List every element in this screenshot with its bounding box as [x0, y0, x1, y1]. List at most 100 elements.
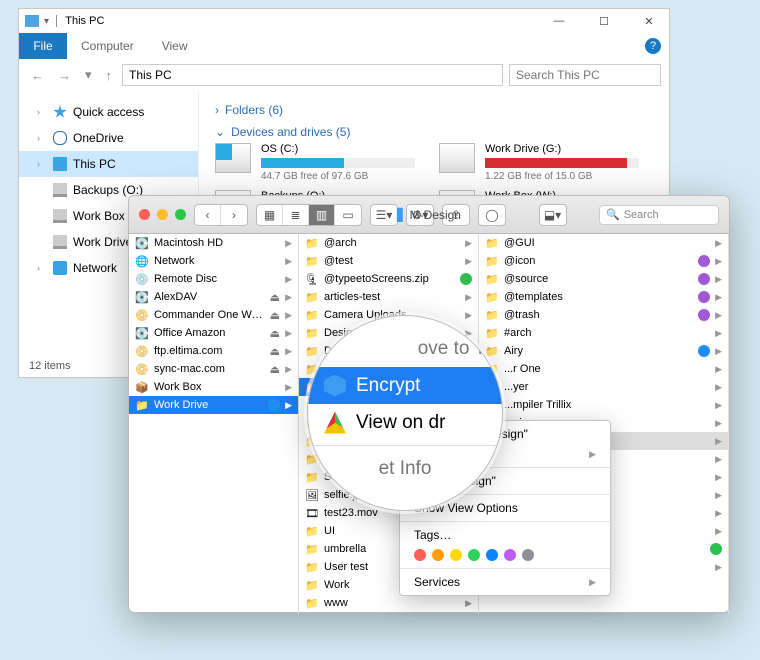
recent-button[interactable]: ▾	[81, 67, 96, 83]
monitor-icon	[53, 157, 67, 171]
sidebar-item[interactable]: ›OneDrive	[19, 125, 198, 151]
tag-color[interactable]	[486, 549, 498, 561]
list-item[interactable]: 📁articles-test▶	[299, 288, 478, 306]
zoom-button[interactable]	[175, 209, 186, 220]
tags-button[interactable]: ◯	[479, 205, 505, 225]
item-icon: 💽	[135, 237, 149, 250]
list-item[interactable]: 📁...mpiler Trillix▶	[479, 396, 728, 414]
lens-row-view-on-drive[interactable]: View on dr	[308, 404, 502, 441]
eject-icon[interactable]: ⏏	[270, 291, 280, 304]
titlebar[interactable]: ▾ │ This PC — ☐ ✕	[19, 9, 669, 33]
search-field[interactable]: 🔍Search	[599, 205, 719, 225]
chevron-right-icon: ▶	[285, 292, 292, 303]
maximize-button[interactable]: ☐	[584, 9, 624, 33]
action-button[interactable]: ⚙▾	[407, 205, 433, 225]
item-name: AlexDAV	[154, 291, 265, 303]
list-item[interactable]: 📁@trash▶	[479, 306, 728, 324]
item-icon: 💽	[135, 291, 149, 304]
tag-color[interactable]	[414, 549, 426, 561]
minimize-button[interactable]: —	[539, 9, 579, 33]
list-item[interactable]: 📁@icon▶	[479, 252, 728, 270]
help-button[interactable]: ?	[645, 38, 661, 54]
tag-color[interactable]	[432, 549, 444, 561]
list-item[interactable]: 📁@GUI▶	[479, 234, 728, 252]
close-button[interactable]: ✕	[629, 9, 669, 33]
item-icon: 💽	[135, 327, 149, 340]
chevron-down-icon[interactable]: ▾	[44, 16, 49, 27]
chevron-right-icon: ▶	[285, 328, 292, 339]
tab-computer[interactable]: Computer	[67, 39, 148, 53]
item-icon: 📁	[485, 237, 499, 250]
list-item[interactable]: 📁...r One▶	[479, 360, 728, 378]
close-button[interactable]	[139, 209, 150, 220]
list-item[interactable]: 📁Work Drive▶	[129, 396, 298, 414]
arrange-button[interactable]: ☰▾	[371, 205, 397, 225]
list-item[interactable]: 📁www▶	[299, 594, 478, 612]
column-devices[interactable]: 💽Macintosh HD▶🌐Network▶💿Remote Disc▶ 💽 Ale…	[129, 234, 299, 614]
drive-item[interactable]: OS (C:) 44.7 GB free of 97.6 GB	[215, 143, 415, 182]
list-item[interactable]: 📁@test▶	[299, 252, 478, 270]
sync-badge-icon	[698, 345, 710, 357]
lens-row-encrypt[interactable]: Encrypt	[308, 367, 502, 404]
forward-button[interactable]: →	[54, 68, 75, 83]
drive-item[interactable]: Work Drive (G:) 1.22 GB free of 15.0 GB	[439, 143, 639, 182]
list-item[interactable]: 💿Remote Disc▶	[129, 270, 298, 288]
back-button[interactable]: ←	[27, 68, 48, 83]
folders-section-header[interactable]: ›Folders (6)	[215, 99, 653, 121]
list-item[interactable]: 📀Commander One Work⏏▶	[129, 306, 298, 324]
list-item[interactable]: 🗜@typeetoScreens.zip	[299, 270, 478, 288]
list-item[interactable]: 📁#arch▶	[479, 324, 728, 342]
eject-icon[interactable]: ⏏	[270, 309, 280, 322]
list-item[interactable]: 💽Office Amazon⏏▶	[129, 324, 298, 342]
item-icon: 📁	[305, 255, 319, 268]
list-item[interactable]: 📁Airy▶	[479, 342, 728, 360]
list-item[interactable]: 📀sync-mac.com⏏▶	[129, 360, 298, 378]
eject-icon[interactable]: ⏏	[270, 327, 280, 340]
sidebar-item[interactable]: ›This PC	[19, 151, 198, 177]
list-item[interactable]: 📁...yer▶	[479, 378, 728, 396]
icon-view-button[interactable]: ▦	[257, 205, 283, 225]
lens-row-get-info[interactable]: et Info	[308, 450, 502, 487]
sidebar-item[interactable]: ›Quick access	[19, 99, 198, 125]
list-item[interactable]: 💽Macintosh HD▶	[129, 234, 298, 252]
sync-badge-icon	[698, 309, 710, 321]
chevron-right-icon: ▶	[715, 256, 722, 267]
forward-button[interactable]: ›	[221, 205, 247, 225]
nav-buttons: ‹ ›	[194, 204, 248, 226]
drive-icon	[53, 209, 67, 223]
minimize-button[interactable]	[157, 209, 168, 220]
dropbox-button[interactable]: ⬓▾	[540, 205, 566, 225]
list-item[interactable]: 💽 AlexDAV ⏏ ▶	[129, 288, 298, 306]
eject-icon[interactable]: ⏏	[270, 345, 280, 358]
share-button[interactable]: ⇪	[443, 205, 469, 225]
tag-color[interactable]	[450, 549, 462, 561]
tag-color[interactable]	[468, 549, 480, 561]
list-item[interactable]: 📁@templates▶	[479, 288, 728, 306]
back-button[interactable]: ‹	[195, 205, 221, 225]
devices-section-header[interactable]: ⌄Devices and drives (5)	[215, 121, 653, 143]
search-input[interactable]	[509, 64, 661, 86]
drive-icon	[53, 183, 67, 197]
eject-icon[interactable]: ⏏	[270, 363, 280, 376]
path-input[interactable]	[122, 64, 503, 86]
item-name: @GUI	[504, 237, 710, 249]
menu-services[interactable]: Services▶	[400, 572, 610, 592]
item-icon: 📁	[305, 345, 319, 358]
tab-view[interactable]: View	[148, 39, 202, 53]
up-button[interactable]: ↑	[102, 68, 117, 83]
box-icon	[324, 375, 346, 397]
column-view-button[interactable]: ▥	[309, 205, 335, 225]
item-icon: 📁	[135, 399, 149, 412]
tab-file[interactable]: File	[19, 33, 67, 59]
tag-color[interactable]	[504, 549, 516, 561]
list-item[interactable]: 🌐Network▶	[129, 252, 298, 270]
list-view-button[interactable]: ≣	[283, 205, 309, 225]
list-item[interactable]: 📦Work Box▶	[129, 378, 298, 396]
item-name: sync-mac.com	[154, 363, 265, 375]
list-item[interactable]: 📁@arch▶	[299, 234, 478, 252]
tag-color[interactable]	[522, 549, 534, 561]
list-item[interactable]: 📁@source▶	[479, 270, 728, 288]
chevron-right-icon: ▶	[715, 346, 722, 357]
gallery-view-button[interactable]: ▭	[335, 205, 361, 225]
list-item[interactable]: 📀ftp.eltima.com⏏▶	[129, 342, 298, 360]
